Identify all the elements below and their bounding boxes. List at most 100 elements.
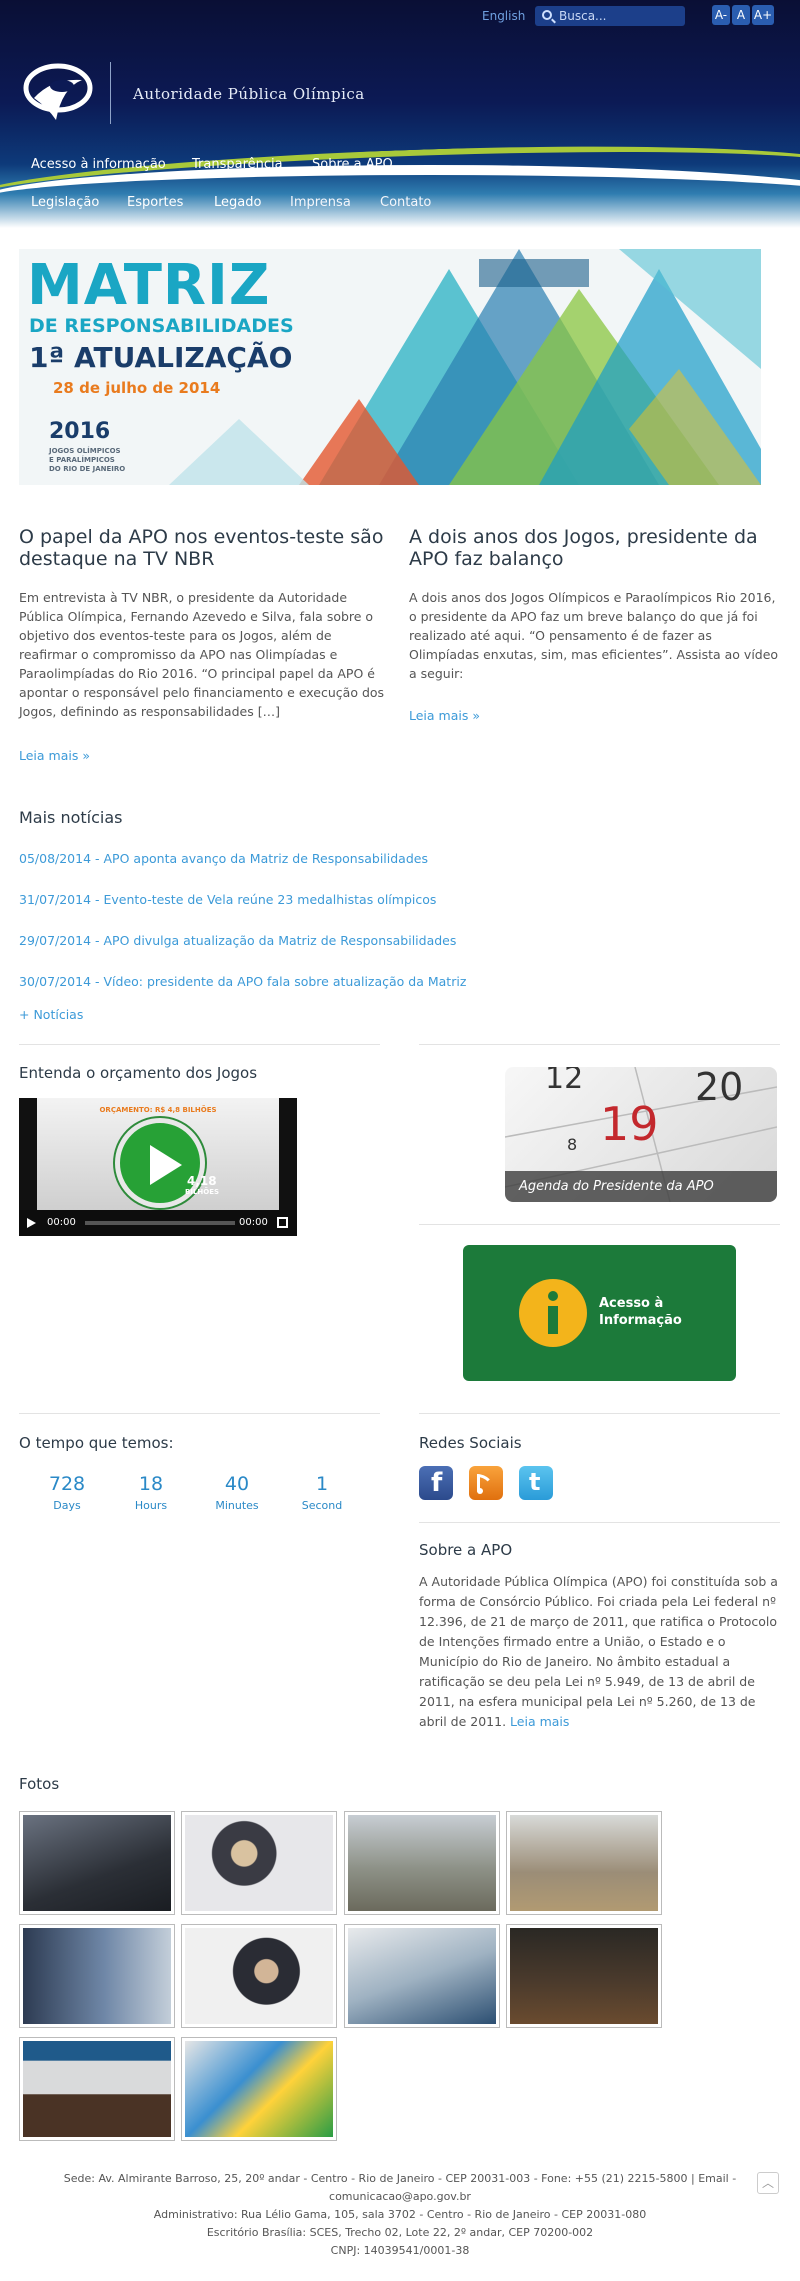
font-increase-button[interactable]: A+ xyxy=(752,5,774,25)
site-header: English Busca... A- A A+ Autoridade Públ… xyxy=(0,0,800,228)
countdown-days: 728 Days xyxy=(48,1473,86,1512)
read-more-link[interactable]: Leia mais » xyxy=(409,708,480,723)
acesso-line2: Informação xyxy=(599,1313,682,1328)
org-name: Autoridade Pública Olímpica xyxy=(133,85,365,103)
video-progress[interactable] xyxy=(85,1221,235,1225)
divider xyxy=(419,1522,780,1523)
post-title[interactable]: O papel da APO nos eventos-teste são des… xyxy=(19,526,389,570)
read-more-link[interactable]: Leia mais » xyxy=(19,748,90,763)
video-controls: 00:00 00:00 xyxy=(19,1210,297,1236)
english-link[interactable]: English xyxy=(482,9,525,23)
play-icon[interactable] xyxy=(27,1218,36,1228)
rss-icon[interactable] xyxy=(469,1466,503,1500)
twitter-icon[interactable]: t xyxy=(519,1466,553,1500)
photo-thumb[interactable] xyxy=(506,1924,662,2028)
nav-transparencia[interactable]: Transparência xyxy=(192,157,283,172)
info-icon xyxy=(519,1279,587,1347)
video-overlay-unit: BILHÕES xyxy=(185,1188,220,1196)
fullscreen-icon[interactable] xyxy=(277,1217,288,1228)
banner-title: MATRIZ xyxy=(27,253,271,318)
news-item[interactable]: 31/07/2014 - Evento-teste de Vela reúne … xyxy=(19,892,436,907)
agenda-caption: Agenda do Presidente da APO xyxy=(519,1179,714,1194)
post-excerpt: A dois anos dos Jogos Olímpicos e Paraol… xyxy=(409,590,779,681)
photo-thumb[interactable] xyxy=(181,2037,337,2141)
divider xyxy=(419,1413,780,1414)
play-icon xyxy=(150,1145,182,1185)
about-read-more[interactable]: Leia mais xyxy=(510,1714,569,1729)
footer-address-brasilia: Escritório Brasília: SCES, Trecho 02, Lo… xyxy=(206,2226,594,2239)
divider xyxy=(19,1413,380,1414)
nav-imprensa[interactable]: Imprensa xyxy=(290,195,351,210)
about-body: A Autoridade Pública Olímpica (APO) foi … xyxy=(419,1574,778,1729)
footer-address-admin: Administrativo: Rua Lélio Gama, 105, sal… xyxy=(153,2208,647,2221)
banner-sub2: E PARALÍMPICOS xyxy=(49,456,115,464)
footer-cnpj: CNPJ: 14039541/0001-38 xyxy=(330,2244,470,2257)
photo-thumb[interactable] xyxy=(506,1811,662,1915)
about-title: Sobre a APO xyxy=(419,1541,513,1559)
post-title[interactable]: A dois anos dos Jogos, presidente da APO… xyxy=(409,526,779,570)
divider xyxy=(419,1044,780,1045)
chevron-up-icon: ︿ xyxy=(761,2176,774,2190)
hero-banner[interactable]: MATRIZ DE RESPONSABILIDADES 1ª ATUALIZAÇ… xyxy=(19,249,761,485)
countdown-hours: 18 Hours xyxy=(134,1473,168,1512)
font-decrease-button[interactable]: A- xyxy=(712,5,730,25)
nav-legislacao[interactable]: Legislação xyxy=(31,195,99,210)
social-title: Redes Sociais xyxy=(419,1434,522,1452)
banner-date: 28 de julho de 2014 xyxy=(53,379,221,397)
nav-esportes[interactable]: Esportes xyxy=(127,195,183,210)
news-item[interactable]: 05/08/2014 - APO aponta avanço da Matriz… xyxy=(19,851,428,866)
nav-contato[interactable]: Contato xyxy=(380,195,431,210)
about-text: A Autoridade Pública Olímpica (APO) foi … xyxy=(419,1572,781,1732)
agenda-caption-bar: Agenda do Presidente da APO xyxy=(505,1171,777,1202)
video-player[interactable]: ORÇAMENTO: R$ 4,8 BILHÕES 4,18 BILHÕES 0… xyxy=(19,1098,297,1236)
search-input[interactable]: Busca... xyxy=(535,6,685,26)
countdown-minutes: 40 Minutes xyxy=(215,1473,259,1512)
post-2: A dois anos dos Jogos, presidente da APO… xyxy=(409,526,779,726)
divider xyxy=(419,1224,780,1225)
photo-thumb[interactable] xyxy=(181,1811,337,1915)
nav-acesso-informacao[interactable]: Acesso à informação xyxy=(31,157,166,172)
photo-thumb[interactable] xyxy=(19,1811,175,1915)
photo-thumb[interactable] xyxy=(344,1924,500,2028)
video-overlay-value: 4,18 xyxy=(187,1174,217,1188)
banner-update: 1ª ATUALIZAÇÃO xyxy=(29,341,293,374)
countdown-seconds: 1 Second xyxy=(301,1473,343,1512)
more-news-link[interactable]: + Notícias xyxy=(19,1007,83,1022)
font-normal-button[interactable]: A xyxy=(732,5,750,25)
search-placeholder: Busca... xyxy=(559,9,607,23)
news-item[interactable]: 30/07/2014 - Vídeo: presidente da APO fa… xyxy=(19,974,466,989)
countdown-title: O tempo que temos: xyxy=(19,1434,174,1452)
photo-thumb[interactable] xyxy=(181,1924,337,2028)
site-footer: Sede: Av. Almirante Barroso, 25, 20º and… xyxy=(50,2170,750,2260)
more-news-title: Mais notícias xyxy=(19,808,123,827)
banner-sub1: JOGOS OLÍMPICOS xyxy=(49,447,121,455)
news-item[interactable]: 29/07/2014 - APO divulga atualização da … xyxy=(19,933,456,948)
current-time: 00:00 xyxy=(47,1217,76,1228)
photos-title: Fotos xyxy=(19,1775,60,1793)
calendar-number: 20 xyxy=(695,1067,744,1109)
nav-legado[interactable]: Legado xyxy=(214,195,261,210)
banner-subtitle: DE RESPONSABILIDADES xyxy=(29,315,294,337)
apo-logo[interactable] xyxy=(22,58,94,124)
banner-sub3: DO RIO DE JANEIRO xyxy=(49,465,126,473)
logo-divider xyxy=(110,62,111,124)
footer-address-sede: Sede: Av. Almirante Barroso, 25, 20º and… xyxy=(63,2172,737,2203)
acesso-line1: Acesso à xyxy=(599,1296,664,1311)
photo-thumb[interactable] xyxy=(344,1811,500,1915)
video-overlay-text: ORÇAMENTO: R$ 4,8 BILHÕES xyxy=(99,1106,217,1114)
photo-thumb[interactable] xyxy=(19,2037,175,2141)
banner-year: 2016 xyxy=(49,419,111,444)
calendar-number: 19 xyxy=(600,1097,659,1151)
video-title: Entenda o orçamento dos Jogos xyxy=(19,1064,258,1082)
post-1: O papel da APO nos eventos-teste são des… xyxy=(19,526,389,776)
photo-thumb[interactable] xyxy=(19,1924,175,2028)
divider xyxy=(19,1044,380,1045)
nav-sobre-apo[interactable]: Sobre a APO xyxy=(312,157,393,172)
back-to-top-button[interactable]: ︿ xyxy=(757,2172,779,2194)
facebook-icon[interactable]: f xyxy=(419,1466,453,1500)
calendar-number: 12 xyxy=(545,1067,584,1096)
post-excerpt: Em entrevista à TV NBR, o presidente da … xyxy=(19,590,385,719)
agenda-president-card[interactable]: 12 20 8 19 Agenda do Presidente da APO xyxy=(505,1067,777,1202)
calendar-number: 8 xyxy=(567,1135,578,1154)
acesso-informacao-banner[interactable]: Acesso à Informação xyxy=(463,1245,736,1381)
